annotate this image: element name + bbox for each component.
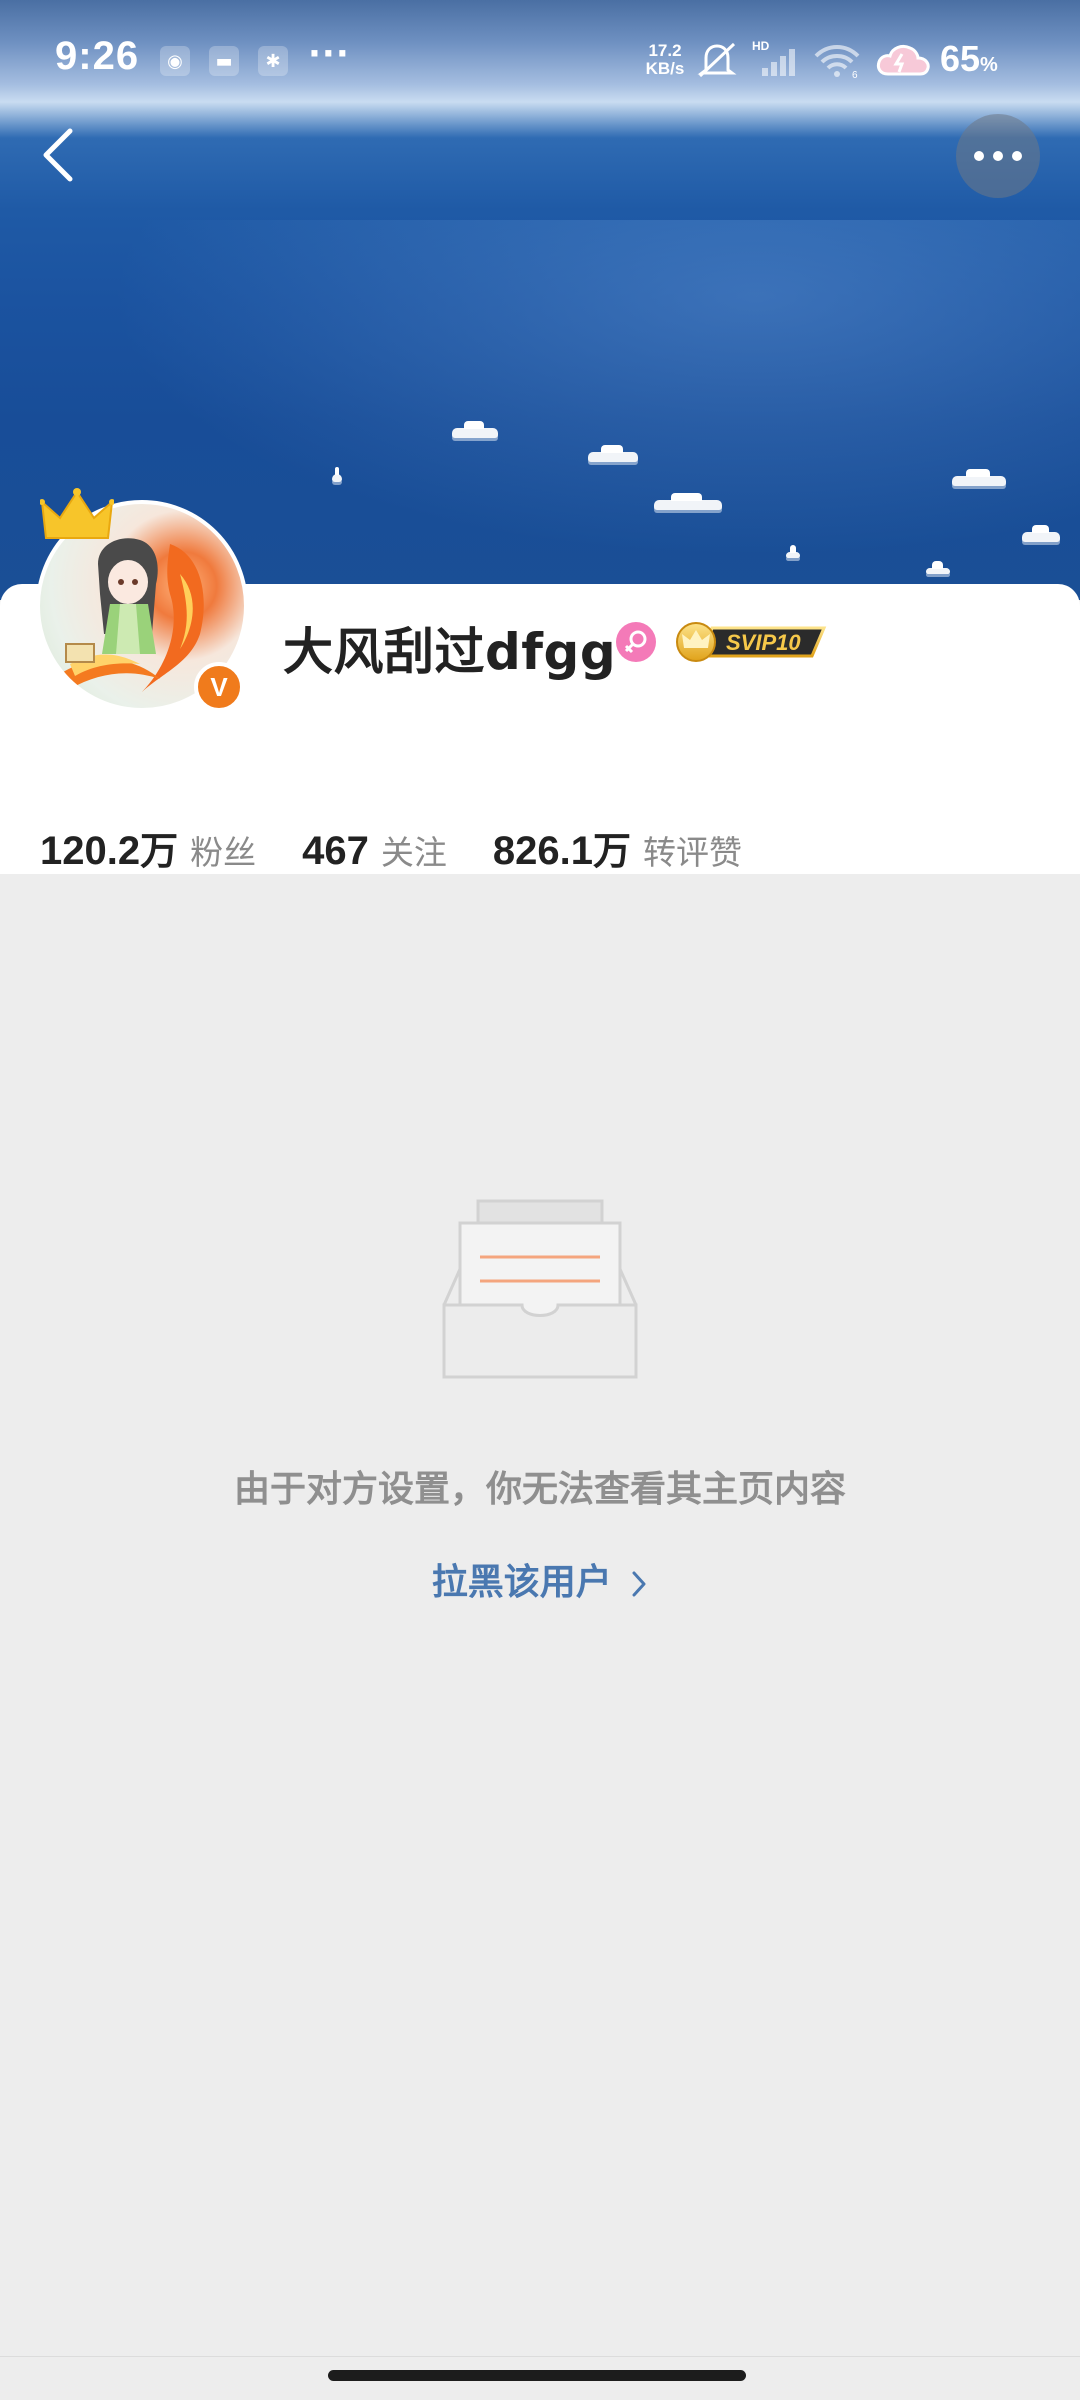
wifi-icon: 6: [814, 45, 860, 80]
signal-icon: HD: [752, 40, 795, 76]
svg-text:HD: HD: [752, 40, 770, 53]
crown-icon: [40, 488, 114, 539]
boat: [786, 545, 800, 558]
more-options-button[interactable]: [956, 114, 1040, 198]
status-time: 9:26: [55, 34, 140, 78]
verified-badge: V: [194, 662, 244, 712]
stat-engagements[interactable]: 826.1 万 转评赞: [493, 820, 742, 875]
back-arrow-icon: [43, 128, 73, 182]
app-icon: ▬: [209, 46, 239, 76]
bottom-divider: [0, 2356, 1080, 2357]
app-icon-2: ✱: [258, 46, 288, 76]
stat-following[interactable]: 467 关注: [302, 826, 447, 874]
block-user-link[interactable]: 拉黑该用户: [0, 1553, 1080, 1605]
username: 大风刮过dfgg: [283, 623, 617, 681]
boat: [654, 493, 722, 510]
stat-followers[interactable]: 120.2 万 粉丝: [40, 820, 256, 875]
net-speed: 17.2 KB/s: [640, 42, 690, 78]
avatar-container[interactable]: V: [36, 488, 254, 718]
chevron-right-icon: [632, 1571, 646, 1597]
female-gender-icon: [616, 622, 656, 662]
empty-inbox-icon: [442, 1199, 638, 1379]
weibo-icon: ◉: [160, 46, 190, 76]
battery-level: 65%: [940, 38, 998, 79]
svg-text:SVIP10: SVIP10: [726, 630, 801, 655]
home-indicator[interactable]: [328, 2370, 746, 2381]
battery-cloud-icon: [876, 44, 930, 76]
boat: [952, 469, 1006, 486]
boat: [926, 561, 950, 574]
boat: [452, 421, 498, 438]
profile-screen: 9:26 ◉ ▬ ✱ ··· 17.2 KB/s HD 6 65% V 大风刮过…: [0, 0, 1080, 2400]
boat: [332, 467, 342, 482]
mute-bell-icon: [697, 42, 737, 78]
boat: [1022, 525, 1060, 542]
more-dots-icon: [974, 151, 1022, 161]
boat: [588, 445, 638, 462]
status-bar: 9:26 ◉ ▬ ✱ ··· 17.2 KB/s HD 6 65%: [0, 0, 1080, 120]
block-user-label: 拉黑该用户: [431, 1562, 612, 1603]
svip-crown-icon: SVIP10: [676, 622, 827, 662]
more-notifications-icon: ···: [308, 34, 350, 74]
empty-state-message: 由于对方设置，你无法查看其主页内容: [233, 1469, 846, 1510]
net-speed-value: 17.2: [648, 41, 682, 60]
svip-badge[interactable]: SVIP10: [672, 618, 830, 664]
back-button[interactable]: [28, 120, 88, 190]
svg-text:6: 6: [852, 70, 858, 80]
profile-stats: 120.2 万 粉丝 467 关注 826.1 万 转评赞: [40, 820, 788, 880]
net-speed-unit: KB/s: [645, 59, 685, 78]
